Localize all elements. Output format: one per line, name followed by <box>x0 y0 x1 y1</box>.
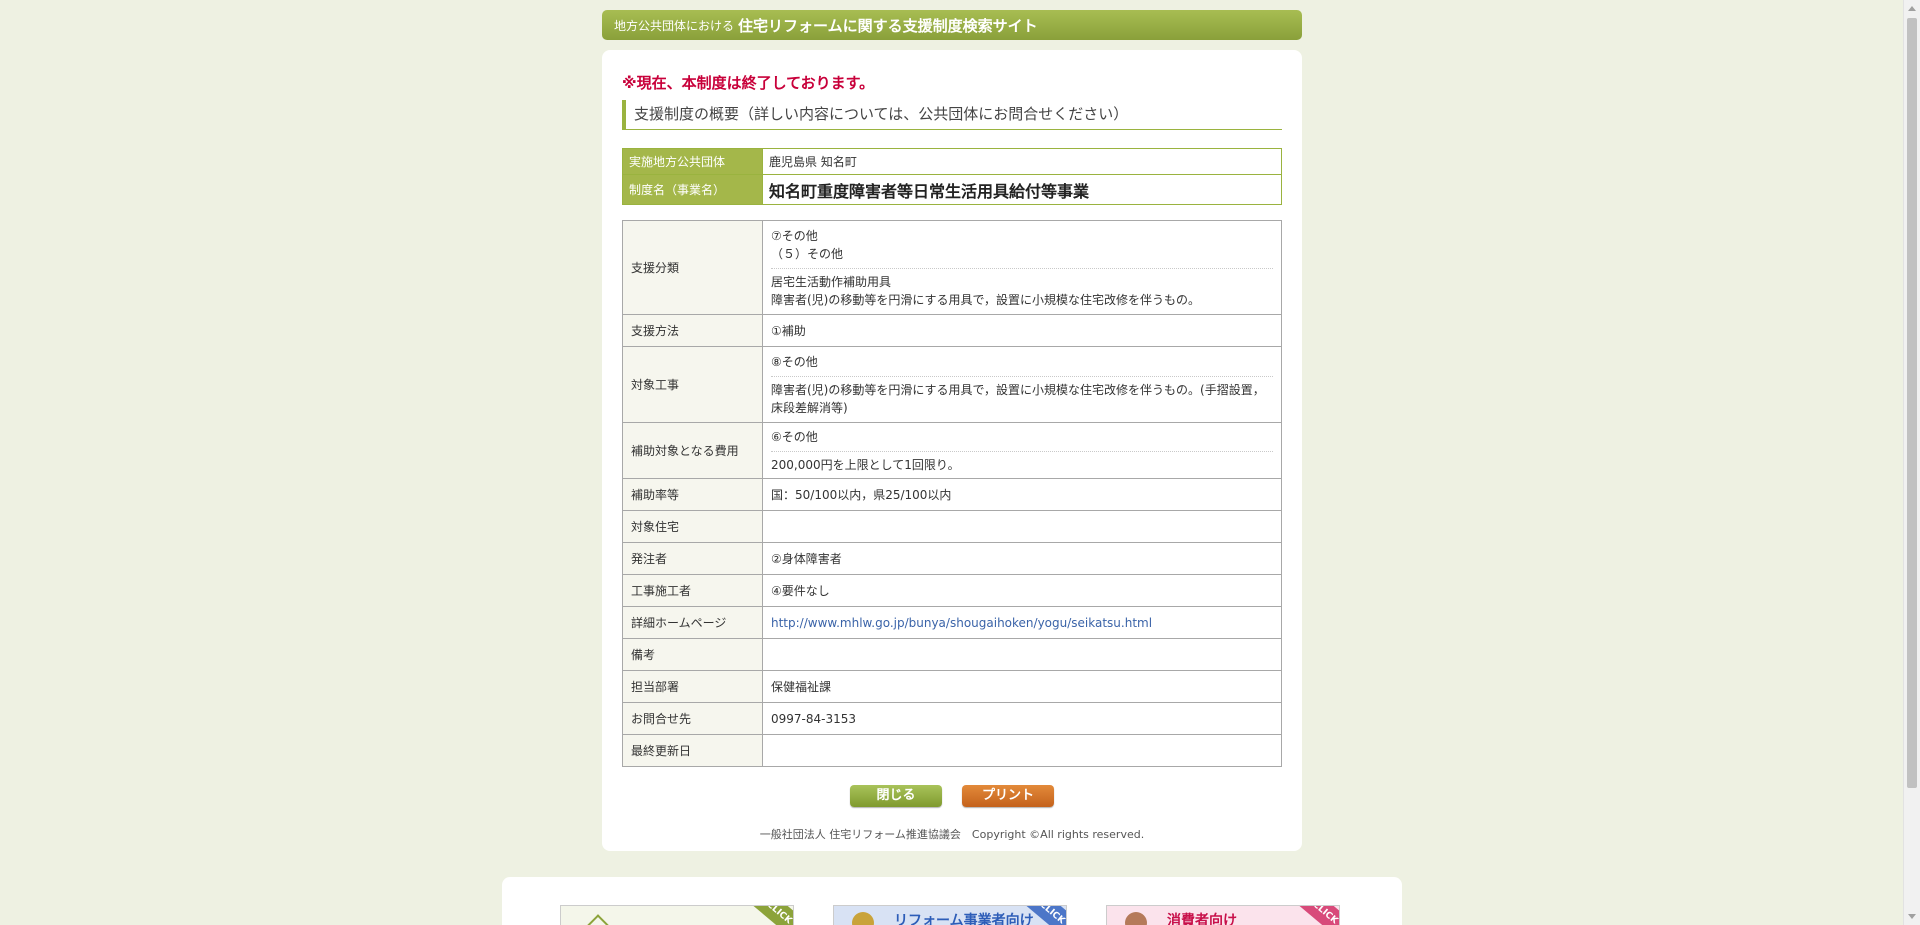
table-row: 支援方法 ①補助 <box>622 314 1282 347</box>
vertical-scrollbar[interactable] <box>1903 0 1920 925</box>
subsidy-rate-value: 国：50/100以内，県25/100以内 <box>762 478 1282 511</box>
support-method-label: 支援方法 <box>622 314 763 347</box>
table-row: 備考 <box>622 638 1282 671</box>
program-name-label: 制度名（事業名） <box>622 174 763 205</box>
target-housing-label: 対象住宅 <box>622 510 763 543</box>
table-row: お問合せ先 0997-84-3153 <box>622 702 1282 735</box>
table-row: 対象住宅 <box>622 510 1282 543</box>
department-value: 保健福祉課 <box>762 670 1282 703</box>
dotted-divider <box>771 375 1273 377</box>
scroll-up-arrow-icon[interactable] <box>1908 6 1916 11</box>
site-header-prefix: 地方公共団体における <box>614 18 735 33</box>
target-work-value: ⑧その他 障害者(児)の移動等を円滑にする用具で，設置に小規模な住宅改修を伴うも… <box>762 346 1282 423</box>
summary-row-name: 制度名（事業名） 知名町重度障害者等日常生活用具給付等事業 <box>622 174 1282 205</box>
support-category-value: ⑦その他 （５）その他 居宅生活動作補助用具 障害者(児)の移動等を円滑にする用… <box>762 220 1282 315</box>
summary-table: 実施地方公共団体 鹿児島県 知名町 制度名（事業名） 知名町重度障害者等日常生活… <box>622 148 1282 205</box>
orderer-value: ②身体障害者 <box>762 542 1282 575</box>
eligible-cost-line: ⑥その他 <box>771 429 818 444</box>
table-row: 最終更新日 <box>622 734 1282 767</box>
eligible-cost-line: 200,000円を上限として1回限り。 <box>771 457 960 472</box>
program-name-value: 知名町重度障害者等日常生活用具給付等事業 <box>762 174 1282 205</box>
last-updated-label: 最終更新日 <box>622 734 763 767</box>
remarks-value <box>762 638 1282 671</box>
contact-value: 0997-84-3153 <box>762 702 1282 735</box>
banner-reform-business[interactable]: リフォーム事業者向け CLICK <box>833 905 1067 925</box>
table-row: 支援分類 ⑦その他 （５）その他 居宅生活動作補助用具 障害者(児)の移動等を円… <box>622 220 1282 315</box>
table-row: 工事施工者 ④要件なし <box>622 574 1282 607</box>
scroll-down-arrow-icon[interactable] <box>1908 914 1916 919</box>
support-category-line: （５）その他 <box>771 246 844 261</box>
banner-click-label: CLICK <box>1299 906 1339 925</box>
section-title: 支援制度の概要（詳しい内容については、公共団体にお問合せください） <box>622 100 1282 130</box>
eligible-cost-value: ⑥その他 200,000円を上限として1回限り。 <box>762 422 1282 479</box>
person-icon <box>1125 912 1147 925</box>
summary-row-org: 実施地方公共団体 鹿児島県 知名町 <box>622 148 1282 175</box>
table-row: 補助率等 国：50/100以内，県25/100以内 <box>622 478 1282 511</box>
detail-table: 支援分類 ⑦その他 （５）その他 居宅生活動作補助用具 障害者(児)の移動等を円… <box>622 220 1282 767</box>
support-category-line: 障害者(児)の移動等を円滑にする用具で，設置に小規模な住宅改修を伴うもの。 <box>771 292 1201 307</box>
homepage-cell: http://www.mhlw.go.jp/bunya/shougaihoken… <box>762 606 1282 639</box>
homepage-label: 詳細ホームページ <box>622 606 763 639</box>
termination-notice: ※現在、本制度は終了しております。 <box>622 74 875 92</box>
site-header: 地方公共団体における 住宅リフォームに関する支援制度検索サイト <box>602 10 1302 40</box>
target-work-line: 床段差解消等) <box>771 400 848 415</box>
banner-consumer-label: 消費者向け <box>1167 913 1237 925</box>
table-row: 詳細ホームページ http://www.mhlw.go.jp/bunya/sho… <box>622 606 1282 639</box>
target-housing-value <box>762 510 1282 543</box>
bottom-banner-panel: CLICK リフォーム事業者向け CLICK 消費者向け CLICK <box>502 877 1402 925</box>
org-value: 鹿児島県 知名町 <box>762 148 1282 175</box>
target-work-line: ⑧その他 <box>771 354 818 369</box>
scrollbar-thumb[interactable] <box>1907 18 1917 788</box>
contractor-value: ④要件なし <box>762 574 1282 607</box>
print-button[interactable]: プリント <box>962 785 1054 807</box>
department-label: 担当部署 <box>622 670 763 703</box>
site-title: 住宅リフォームに関する支援制度検索サイト <box>738 16 1038 35</box>
house-icon <box>585 914 611 925</box>
banner-reform-business-label: リフォーム事業者向け <box>894 913 1034 925</box>
worker-icon <box>852 912 874 925</box>
table-row: 補助対象となる費用 ⑥その他 200,000円を上限として1回限り。 <box>622 422 1282 479</box>
subsidy-rate-label: 補助率等 <box>622 478 763 511</box>
contact-label: お問合せ先 <box>622 702 763 735</box>
footer-copyright: 一般社団法人 住宅リフォーム推進協議会 Copyright ©All right… <box>759 828 1145 841</box>
target-work-line: 障害者(児)の移動等を円滑にする用具で，設置に小規模な住宅改修を伴うもの。(手摺… <box>771 382 1265 397</box>
support-category-line: 居宅生活動作補助用具 <box>771 274 892 289</box>
contractor-label: 工事施工者 <box>622 574 763 607</box>
target-work-label: 対象工事 <box>622 346 763 423</box>
support-category-line: ⑦その他 <box>771 228 818 243</box>
orderer-label: 発注者 <box>622 542 763 575</box>
banner-consumer[interactable]: 消費者向け CLICK <box>1106 905 1340 925</box>
table-row: 担当部署 保健福祉課 <box>622 670 1282 703</box>
remarks-label: 備考 <box>622 638 763 671</box>
table-row: 対象工事 ⑧その他 障害者(児)の移動等を円滑にする用具で，設置に小規模な住宅改… <box>622 346 1282 423</box>
last-updated-value <box>762 734 1282 767</box>
main-panel: ※現在、本制度は終了しております。 支援制度の概要（詳しい内容については、公共団… <box>602 50 1302 851</box>
dotted-divider <box>771 267 1273 269</box>
homepage-link[interactable]: http://www.mhlw.go.jp/bunya/shougaihoken… <box>771 616 1152 630</box>
table-row: 発注者 ②身体障害者 <box>622 542 1282 575</box>
support-method-value: ①補助 <box>762 314 1282 347</box>
org-label: 実施地方公共団体 <box>622 148 763 175</box>
banner-click-label: CLICK <box>753 906 793 925</box>
support-category-label: 支援分類 <box>622 220 763 315</box>
close-button[interactable]: 閉じる <box>850 785 942 807</box>
dotted-divider <box>771 450 1273 452</box>
eligible-cost-label: 補助対象となる費用 <box>622 422 763 479</box>
banner-home[interactable]: CLICK <box>560 905 794 925</box>
